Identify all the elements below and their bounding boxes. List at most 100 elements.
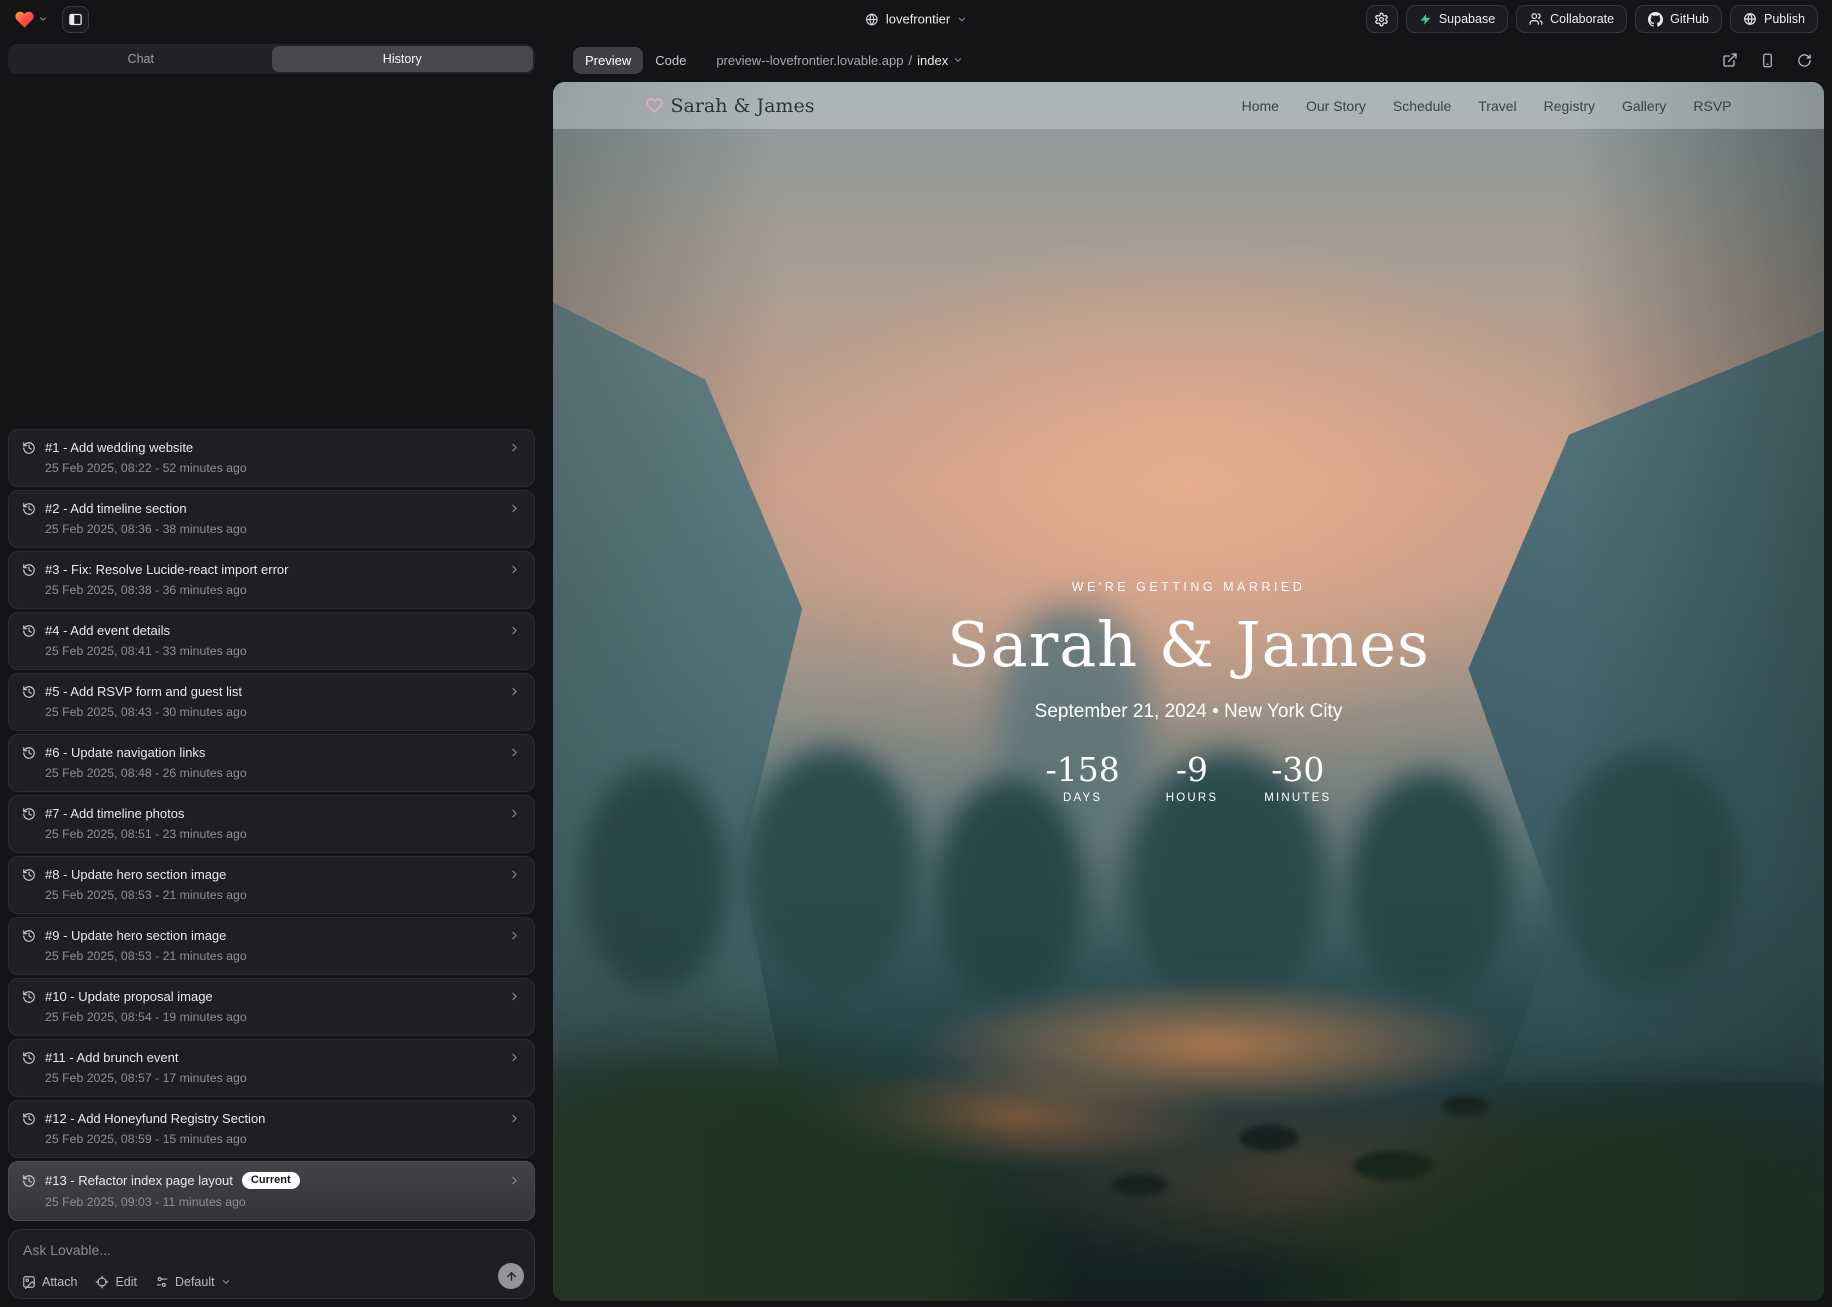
composer-input[interactable]: Ask Lovable... — [23, 1242, 520, 1258]
sidebar-toggle-button[interactable] — [62, 6, 89, 33]
chevron-right-icon — [508, 990, 521, 1003]
history-clock-icon — [22, 441, 36, 455]
history-item[interactable]: #12 - Add Honeyfund Registry Section 25 … — [8, 1100, 535, 1158]
mode-select[interactable]: Default — [155, 1275, 231, 1289]
chevron-down-icon — [221, 1277, 231, 1287]
globe-icon — [1743, 12, 1757, 26]
lovable-logo-menu[interactable] — [14, 9, 48, 30]
site-nav-link[interactable]: Registry — [1544, 98, 1595, 114]
mobile-view-button[interactable] — [1760, 53, 1775, 68]
github-button[interactable]: GitHub — [1635, 5, 1722, 33]
chat-composer[interactable]: Ask Lovable... Attach Edit — [8, 1229, 535, 1299]
history-item-timestamp: 25 Feb 2025, 08:43 - 30 minutes ago — [45, 705, 521, 719]
history-clock-icon — [22, 502, 36, 516]
chevron-right-icon — [508, 1112, 521, 1125]
countdown-label: MINUTES — [1264, 792, 1331, 804]
send-button[interactable] — [498, 1263, 524, 1289]
tab-chat[interactable]: Chat — [10, 46, 272, 72]
chevron-right-icon — [508, 746, 521, 759]
edit-label: Edit — [115, 1275, 137, 1289]
history-item-timestamp: 25 Feb 2025, 09:03 - 11 minutes ago — [45, 1195, 521, 1209]
attach-button[interactable]: Attach — [22, 1275, 77, 1289]
chevron-right-icon — [508, 868, 521, 881]
tab-history[interactable]: History — [272, 46, 534, 72]
chevron-right-icon — [508, 563, 521, 576]
history-clock-icon — [22, 685, 36, 699]
edit-button[interactable]: Edit — [95, 1275, 137, 1289]
site-nav-link[interactable]: Schedule — [1393, 98, 1451, 114]
history-item-title: #6 - Update navigation links — [45, 745, 205, 760]
history-item-title: #3 - Fix: Resolve Lucide-react import er… — [45, 562, 288, 577]
sidebar: Chat History #1 - Add wedding website — [0, 38, 543, 1307]
history-item[interactable]: #11 - Add brunch event 25 Feb 2025, 08:5… — [8, 1039, 535, 1097]
settings-button[interactable] — [1366, 5, 1398, 33]
history-item-title: #9 - Update hero section image — [45, 928, 226, 943]
countdown: -158 DAYS -9 HOURS -30 MINUTES — [553, 750, 1824, 804]
countdown-value: -9 — [1166, 750, 1219, 789]
history-item-title: #7 - Add timeline photos — [45, 806, 184, 821]
chevron-right-icon — [508, 624, 521, 637]
supabase-button[interactable]: Supabase — [1406, 5, 1508, 33]
site-header: Sarah & James Home Our Story Schedule Trave… — [553, 82, 1824, 129]
countdown-label: HOURS — [1166, 792, 1219, 804]
refresh-button[interactable] — [1797, 53, 1812, 68]
history-item[interactable]: #13 - Refactor index page layout Current… — [8, 1161, 535, 1221]
history-item[interactable]: #10 - Update proposal image 25 Feb 2025,… — [8, 978, 535, 1036]
hero-eyebrow: WE'RE GETTING MARRIED — [553, 580, 1824, 594]
history-item[interactable]: #2 - Add timeline section 25 Feb 2025, 0… — [8, 490, 535, 548]
arrow-up-icon — [505, 1270, 518, 1283]
chevron-down-icon — [953, 55, 963, 65]
history-clock-icon — [22, 563, 36, 577]
hero-title: Sarah & James — [553, 608, 1824, 681]
site-logo[interactable]: Sarah & James — [646, 95, 815, 117]
site-nav-link[interactable]: Travel — [1478, 98, 1516, 114]
site-nav-link[interactable]: Gallery — [1622, 98, 1666, 114]
history-list: #1 - Add wedding website 25 Feb 2025, 08… — [0, 78, 543, 1221]
chevron-right-icon — [508, 929, 521, 942]
top-bar: lovefrontier Supabase Collaborate — [0, 0, 1832, 38]
countdown-unit: -158 DAYS — [1046, 750, 1120, 804]
history-item-timestamp: 25 Feb 2025, 08:54 - 19 minutes ago — [45, 1010, 521, 1024]
chevron-down-icon — [38, 14, 48, 24]
collaborate-button[interactable]: Collaborate — [1516, 5, 1627, 33]
supabase-label: Supabase — [1439, 12, 1495, 26]
current-badge: Current — [242, 1172, 300, 1189]
tab-preview[interactable]: Preview — [573, 47, 643, 74]
history-item[interactable]: #7 - Add timeline photos 25 Feb 2025, 08… — [8, 795, 535, 853]
history-item[interactable]: #1 - Add wedding website 25 Feb 2025, 08… — [8, 429, 535, 487]
history-item-timestamp: 25 Feb 2025, 08:57 - 17 minutes ago — [45, 1071, 521, 1085]
history-clock-icon — [22, 807, 36, 821]
history-item[interactable]: #8 - Update hero section image 25 Feb 20… — [8, 856, 535, 914]
crosshair-icon — [95, 1275, 109, 1289]
open-external-button[interactable] — [1722, 52, 1738, 68]
tab-code[interactable]: Code — [643, 47, 698, 74]
history-item[interactable]: #5 - Add RSVP form and guest list 25 Feb… — [8, 673, 535, 731]
sidebar-tabbar: Chat History — [8, 44, 535, 74]
heart-icon — [646, 97, 663, 114]
history-item[interactable]: #3 - Fix: Resolve Lucide-react import er… — [8, 551, 535, 609]
github-label: GitHub — [1670, 12, 1709, 26]
history-item[interactable]: #4 - Add event details 25 Feb 2025, 08:4… — [8, 612, 535, 670]
preview-toolbar: Preview Code preview--lovefrontier.lovab… — [543, 38, 1832, 82]
history-item[interactable]: #6 - Update navigation links 25 Feb 2025… — [8, 734, 535, 792]
history-item-timestamp: 25 Feb 2025, 08:38 - 36 minutes ago — [45, 583, 521, 597]
history-item-title: #4 - Add event details — [45, 623, 170, 638]
supabase-bolt-icon — [1419, 13, 1432, 26]
project-switcher[interactable]: lovefrontier — [865, 12, 967, 27]
preview-url[interactable]: preview--lovefrontier.lovable.app / inde… — [716, 53, 963, 68]
url-page: index — [917, 53, 948, 68]
history-item[interactable]: #9 - Update hero section image 25 Feb 20… — [8, 917, 535, 975]
history-clock-icon — [22, 1174, 36, 1188]
history-clock-icon — [22, 1112, 36, 1126]
history-item-title: #10 - Update proposal image — [45, 989, 213, 1004]
globe-icon — [865, 12, 879, 26]
countdown-unit: -30 MINUTES — [1264, 750, 1331, 804]
publish-button[interactable]: Publish — [1730, 5, 1818, 33]
site-nav-link[interactable]: RSVP — [1693, 98, 1731, 114]
site-nav-link[interactable]: Home — [1242, 98, 1279, 114]
history-clock-icon — [22, 746, 36, 760]
history-clock-icon — [22, 929, 36, 943]
site-nav-link[interactable]: Our Story — [1306, 98, 1366, 114]
history-item-title: #8 - Update hero section image — [45, 867, 226, 882]
history-item-timestamp: 25 Feb 2025, 08:48 - 26 minutes ago — [45, 766, 521, 780]
